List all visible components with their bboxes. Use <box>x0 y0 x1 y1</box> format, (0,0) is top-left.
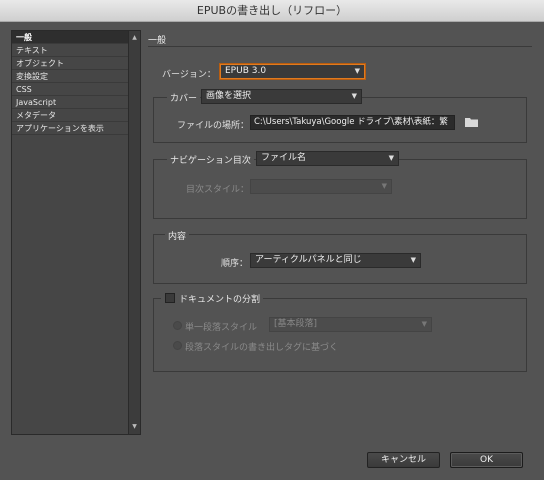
nav-dropdown[interactable]: ファイル名 ▼ <box>256 151 399 166</box>
chevron-down-icon: ▼ <box>354 67 360 75</box>
file-location-field[interactable]: C:\Users\Takuya\Google ドライブ\素材\表紙：繁 <box>250 115 455 130</box>
version-label: バージョン： <box>162 70 216 80</box>
single-style-value: [基本段落] <box>274 319 318 329</box>
version-dropdown[interactable]: EPUB 3.0 ▼ <box>220 64 365 79</box>
category-css[interactable]: CSS <box>12 83 129 96</box>
cover-label: カバー <box>167 91 201 104</box>
single-style-label: 単一段落スタイル <box>185 323 258 333</box>
single-style-radio[interactable] <box>173 321 182 330</box>
order-value: アーティクルパネルと同じ <box>255 255 362 265</box>
split-group <box>153 298 527 372</box>
category-items: 一般 テキスト オブジェクト 変換設定 CSS JavaScript メタデータ… <box>12 31 129 135</box>
nav-label: ナビゲーション目次 <box>167 153 254 166</box>
split-legend: ドキュメントの分割 <box>161 292 264 305</box>
chevron-down-icon: ▼ <box>351 92 357 100</box>
tag-based-label: 段落スタイルの書き出しタグに基づく <box>185 343 339 353</box>
folder-icon[interactable] <box>465 117 478 127</box>
section-title: 一般 <box>148 36 167 46</box>
chevron-down-icon: ▼ <box>421 320 427 328</box>
cancel-button[interactable]: キャンセル <box>367 452 440 468</box>
version-value: EPUB 3.0 <box>225 66 267 76</box>
single-style-dropdown[interactable]: [基本段落] ▼ <box>269 317 432 332</box>
content-legend: 内容 <box>165 229 190 242</box>
category-metadata[interactable]: メタデータ <box>12 109 129 122</box>
category-conversion[interactable]: 変換設定 <box>12 70 129 83</box>
cover-value: 画像を選択 <box>206 91 252 101</box>
order-dropdown[interactable]: アーティクルパネルと同じ ▼ <box>250 253 421 268</box>
toc-style-label: 目次スタイル： <box>186 185 250 195</box>
scroll-up-icon[interactable]: ▲ <box>129 33 140 43</box>
window-title: EPUBの書き出し（リフロー） <box>0 0 544 22</box>
category-text[interactable]: テキスト <box>12 44 129 57</box>
chevron-down-icon: ▼ <box>410 256 416 264</box>
category-general[interactable]: 一般 <box>12 31 129 44</box>
category-javascript[interactable]: JavaScript <box>12 96 129 109</box>
tag-based-radio[interactable] <box>173 341 182 350</box>
category-object[interactable]: オブジェクト <box>12 57 129 70</box>
category-view-app[interactable]: アプリケーションを表示 <box>12 122 129 135</box>
ok-button[interactable]: OK <box>450 452 523 468</box>
category-list[interactable]: 一般 テキスト オブジェクト 変換設定 CSS JavaScript メタデータ… <box>11 30 141 435</box>
toc-style-dropdown[interactable]: ▼ <box>250 179 392 194</box>
order-label: 順序： <box>221 259 249 269</box>
sidebar-scrollbar[interactable]: ▲ ▼ <box>128 31 140 434</box>
nav-value: ファイル名 <box>261 153 307 163</box>
chevron-down-icon: ▼ <box>381 182 387 190</box>
cover-dropdown[interactable]: 画像を選択 ▼ <box>201 89 362 104</box>
split-checkbox[interactable] <box>165 293 175 303</box>
file-location-label: ファイルの場所： <box>177 121 250 131</box>
chevron-down-icon: ▼ <box>388 154 394 162</box>
scroll-down-icon[interactable]: ▼ <box>129 422 140 432</box>
header-divider <box>148 46 532 47</box>
